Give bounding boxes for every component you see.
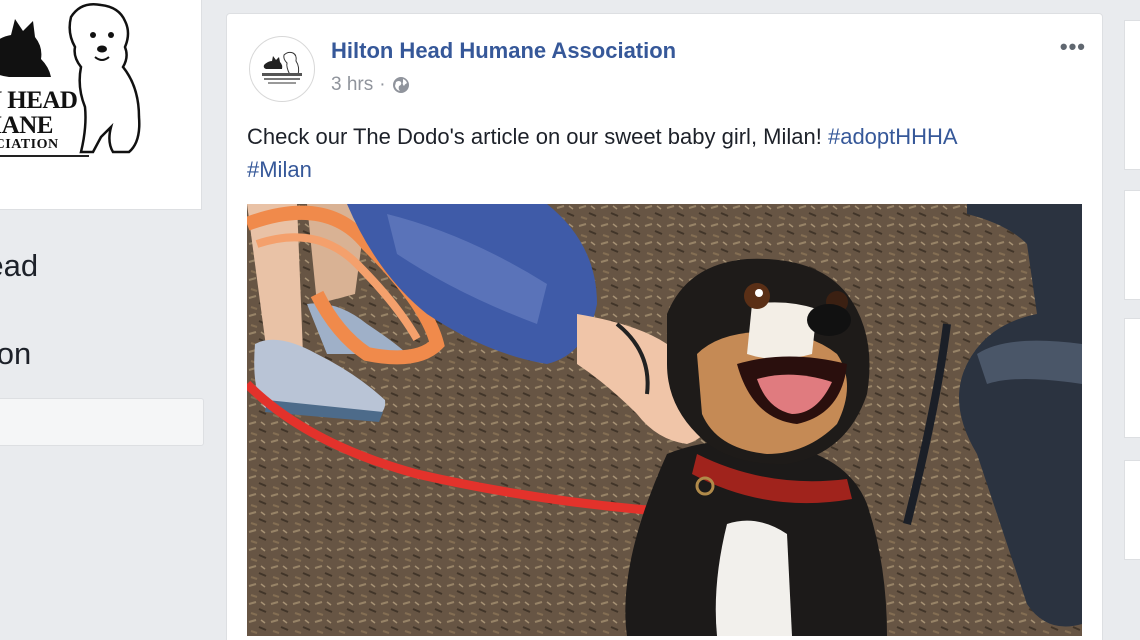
avatar-logo-icon — [262, 51, 302, 84]
dog-photo-illustration — [247, 204, 1082, 636]
organization-logo: ON HEAD UMANE SOCIATION — [0, 0, 189, 197]
right-side-panel-4 — [1124, 460, 1140, 560]
page-username-button[interactable] — [0, 398, 204, 446]
logo-underline — [0, 155, 89, 157]
right-side-panel-1 — [1124, 20, 1140, 170]
post-meta: 3 hrs · — [331, 74, 410, 96]
hashtag-adopthhha[interactable]: #adoptHHHA — [828, 124, 958, 149]
post-timestamp[interactable]: 3 hrs — [331, 74, 373, 96]
logo-text-line3: SOCIATION — [0, 137, 59, 152]
post-author-name[interactable]: Hilton Head Humane Association — [331, 38, 676, 64]
post-text-main: Check our The Dodo's article on our swee… — [247, 124, 828, 149]
page-name-line3: ation — [0, 336, 32, 371]
meta-separator: · — [379, 74, 386, 95]
post-author-avatar[interactable] — [249, 36, 315, 102]
logo-text-line2: UMANE — [0, 112, 53, 139]
right-side-panel-3 — [1124, 318, 1140, 438]
hashtag-milan[interactable]: #Milan — [247, 157, 312, 182]
post-options-button[interactable]: ••• — [1060, 34, 1086, 60]
post-text: Check our The Dodo's article on our swee… — [247, 120, 1077, 186]
profile-picture[interactable]: ON HEAD UMANE SOCIATION — [0, 0, 202, 210]
post-card: Hilton Head Humane Association 3 hrs · •… — [226, 13, 1103, 640]
page-name-line1: Head — [0, 248, 39, 283]
post-photo[interactable] — [247, 204, 1082, 636]
logo-text-line1: ON HEAD — [0, 87, 78, 114]
right-side-panel-2 — [1124, 190, 1140, 300]
globe-icon[interactable] — [392, 76, 410, 94]
page-name[interactable]: Head e ation — [0, 244, 224, 376]
facebook-page: ON HEAD UMANE SOCIATION Head e ation Hil… — [0, 0, 1140, 640]
page-name-line2: e — [0, 288, 224, 332]
